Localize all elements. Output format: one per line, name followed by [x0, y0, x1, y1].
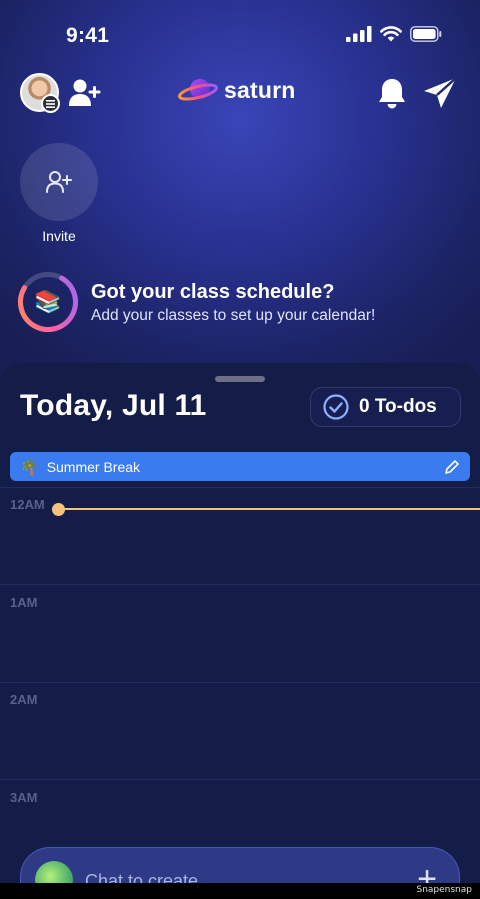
send-icon[interactable]	[422, 76, 458, 110]
planet-logo-icon	[178, 79, 218, 101]
status-time: 9:41	[66, 24, 110, 47]
todos-button[interactable]: 0 To-dos	[310, 387, 461, 427]
watermark-text: Snapensnap	[416, 885, 472, 895]
logo-text: saturn	[224, 76, 296, 103]
status-icons	[346, 26, 442, 42]
menu-icon[interactable]	[41, 94, 60, 113]
current-time-line	[60, 508, 480, 510]
invite-label: Invite	[42, 228, 76, 244]
app-header: saturn	[0, 70, 480, 116]
battery-icon	[410, 26, 442, 42]
date-title: Today, Jul 11	[20, 389, 207, 422]
wifi-icon	[380, 26, 402, 42]
palm-tree-icon: 🌴	[20, 458, 39, 476]
add-friend-icon[interactable]	[69, 78, 103, 108]
books-icon: 📚	[34, 289, 62, 314]
hour-divider	[0, 779, 480, 780]
event-label: Summer Break	[46, 458, 141, 475]
hour-divider	[0, 682, 480, 683]
hour-label: 12AM	[10, 497, 45, 512]
hour-divider	[0, 487, 480, 488]
schedule-prompt-title[interactable]: Got your class schedule?	[91, 281, 334, 304]
cellular-signal-icon	[346, 26, 372, 42]
check-circle-icon	[323, 394, 349, 420]
todos-label: 0 To-dos	[359, 396, 437, 417]
schedule-prompt-subtitle[interactable]: Add your classes to set up your calendar…	[91, 307, 375, 325]
bell-icon[interactable]	[377, 77, 407, 109]
hour-label: 2AM	[10, 692, 38, 707]
hour-divider	[0, 584, 480, 585]
hour-label: 1AM	[10, 595, 38, 610]
add-person-icon	[46, 171, 72, 193]
saturn-logo: saturn	[178, 75, 296, 105]
calendar-sheet: Today, Jul 11 0 To-dos 🌴 Summer Break 12…	[0, 363, 480, 899]
all-day-event[interactable]: 🌴 Summer Break	[10, 452, 470, 481]
sheet-drag-handle[interactable]	[215, 376, 265, 382]
watermark-strip: Snapensnap	[0, 883, 480, 899]
status-bar: 9:41	[0, 0, 480, 70]
pencil-icon[interactable]	[444, 459, 460, 475]
hour-label: 3AM	[10, 790, 38, 805]
invite-button[interactable]	[20, 143, 98, 221]
